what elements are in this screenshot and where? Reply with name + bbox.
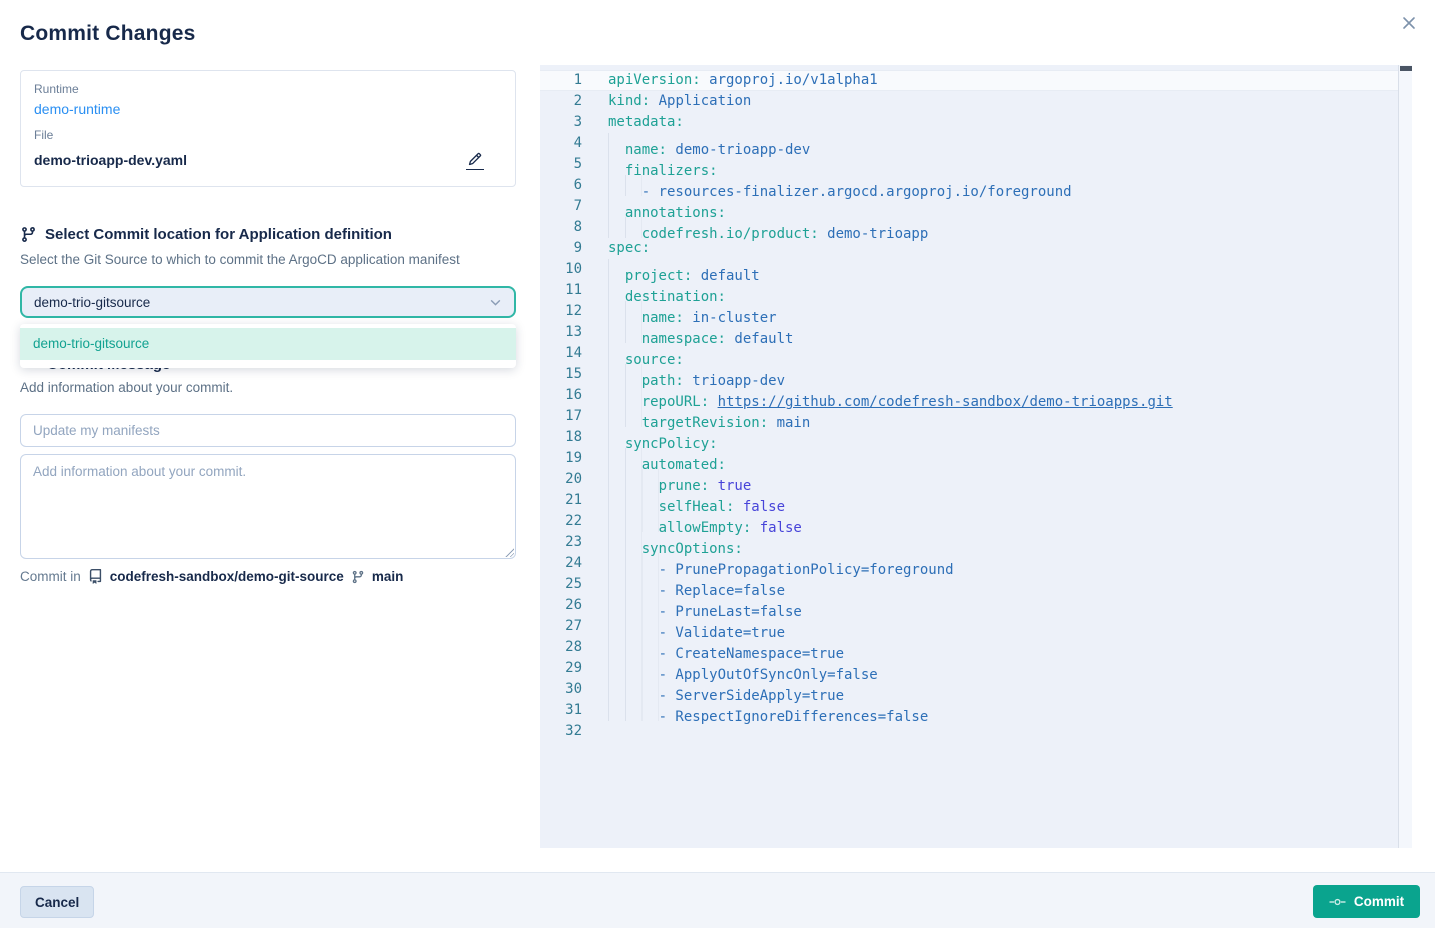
gitsource-selected-value: demo-trio-gitsource (34, 295, 150, 310)
chevron-down-icon (489, 296, 502, 309)
code-line[interactable]: 10project: default (540, 259, 1398, 280)
line-number: 8 (540, 217, 608, 238)
line-number: 4 (540, 133, 608, 154)
line-number: 26 (540, 595, 608, 616)
commit-location-heading-text: Select Commit location for Application d… (45, 226, 392, 243)
code-line[interactable]: 13namespace: default (540, 322, 1398, 343)
code-line[interactable]: 29- ApplyOutOfSyncOnly=false (540, 658, 1398, 679)
commit-body-textarea[interactable] (20, 454, 516, 559)
repo-icon (88, 569, 103, 584)
code-line[interactable]: 25- Replace=false (540, 574, 1398, 595)
line-number: 31 (540, 700, 608, 721)
code-line[interactable]: 23syncOptions: (540, 532, 1398, 553)
code-line[interactable]: 8codefresh.io/product: demo-trioapp (540, 217, 1398, 238)
code-line[interactable]: 19automated: (540, 448, 1398, 469)
editor-scrollbar-track[interactable] (1398, 65, 1412, 848)
code-line[interactable]: 26- PruneLast=false (540, 595, 1398, 616)
line-number: 17 (540, 406, 608, 427)
code-line[interactable]: 21selfHeal: false (540, 490, 1398, 511)
gitsource-select[interactable]: demo-trio-gitsource (20, 286, 516, 318)
line-number: 5 (540, 154, 608, 175)
code-line[interactable]: 16repoURL: https://github.com/codefresh-… (540, 385, 1398, 406)
line-number: 28 (540, 637, 608, 658)
line-number: 22 (540, 511, 608, 532)
line-number: 23 (540, 532, 608, 553)
line-number: 21 (540, 490, 608, 511)
code-line[interactable]: 20prune: true (540, 469, 1398, 490)
editor-scrollbar-thumb[interactable] (1400, 66, 1412, 71)
code-line[interactable]: 3metadata: (540, 112, 1398, 133)
line-number: 1 (540, 70, 608, 91)
line-number: 14 (540, 343, 608, 364)
line-number: 29 (540, 658, 608, 679)
commit-button-label: Commit (1354, 894, 1404, 909)
line-number: 3 (540, 112, 608, 133)
dialog-footer: Cancel Commit (0, 872, 1435, 928)
line-number: 11 (540, 280, 608, 301)
file-value: demo-trioapp-dev.yaml (34, 152, 187, 168)
code-line[interactable]: 6- resources-finalizer.argocd.argoproj.i… (540, 175, 1398, 196)
line-number: 9 (540, 238, 608, 259)
code-line[interactable]: 22allowEmpty: false (540, 511, 1398, 532)
commit-location-heading: Select Commit location for Application d… (20, 226, 392, 243)
line-number: 32 (540, 721, 608, 742)
code-line[interactable]: 2kind: Application (540, 91, 1398, 112)
line-number: 12 (540, 301, 608, 322)
git-commit-icon (1329, 896, 1346, 908)
line-number: 10 (540, 259, 608, 280)
line-number: 18 (540, 427, 608, 448)
line-number: 19 (540, 448, 608, 469)
code-line[interactable]: 5finalizers: (540, 154, 1398, 175)
commit-summary-input[interactable] (20, 414, 516, 447)
commit-button[interactable]: Commit (1313, 885, 1420, 918)
line-number: 16 (540, 385, 608, 406)
runtime-value-link[interactable]: demo-runtime (34, 101, 502, 117)
code-line[interactable]: 1apiVersion: argoproj.io/v1alpha1 (540, 70, 1398, 91)
git-branch-icon (20, 226, 37, 243)
gitsource-dropdown: demo-trio-gitsource (20, 324, 516, 368)
code-line[interactable]: 30- ServerSideApply=true (540, 679, 1398, 700)
runtime-file-card: Runtime demo-runtime File demo-trioapp-d… (20, 70, 516, 187)
code-line[interactable]: 12name: in-cluster (540, 301, 1398, 322)
code-line[interactable]: 31- RespectIgnoreDifferences=false (540, 700, 1398, 721)
line-number: 25 (540, 574, 608, 595)
line-number: 24 (540, 553, 608, 574)
line-number: 15 (540, 364, 608, 385)
commit-in-row: Commit in codefresh-sandbox/demo-git-sou… (20, 569, 403, 584)
line-number: 20 (540, 469, 608, 490)
commit-in-repo: codefresh-sandbox/demo-git-source (110, 569, 344, 584)
dropdown-option[interactable]: demo-trio-gitsource (20, 328, 516, 360)
cancel-button[interactable]: Cancel (20, 886, 94, 918)
line-number: 2 (540, 91, 608, 112)
code-line[interactable]: 11destination: (540, 280, 1398, 301)
code-line[interactable]: 14source: (540, 343, 1398, 364)
file-label: File (34, 128, 502, 142)
code-lines[interactable]: 1apiVersion: argoproj.io/v1alpha12kind: … (540, 65, 1398, 848)
code-line[interactable]: 4name: demo-trioapp-dev (540, 133, 1398, 154)
close-icon[interactable] (1397, 11, 1421, 35)
line-number: 27 (540, 616, 608, 637)
line-number: 6 (540, 175, 608, 196)
yaml-editor[interactable]: 1apiVersion: argoproj.io/v1alpha12kind: … (540, 65, 1412, 848)
code-line[interactable]: 27- Validate=true (540, 616, 1398, 637)
line-number: 30 (540, 679, 608, 700)
code-line[interactable]: 24- PrunePropagationPolicy=foreground (540, 553, 1398, 574)
runtime-label: Runtime (34, 82, 502, 96)
line-number: 7 (540, 196, 608, 217)
line-number: 13 (540, 322, 608, 343)
code-line[interactable]: 15path: trioapp-dev (540, 364, 1398, 385)
code-line[interactable]: 28- CreateNamespace=true (540, 637, 1398, 658)
code-line[interactable]: 18syncPolicy: (540, 427, 1398, 448)
commit-location-subheading: Select the Git Source to which to commit… (20, 252, 460, 267)
pencil-edit-icon[interactable] (466, 150, 484, 170)
branch-icon-small (351, 570, 365, 584)
commit-message-description: Add information about your commit. (20, 380, 233, 395)
commit-in-branch: main (372, 569, 404, 584)
page-title: Commit Changes (20, 22, 196, 46)
commit-in-label: Commit in (20, 569, 81, 584)
